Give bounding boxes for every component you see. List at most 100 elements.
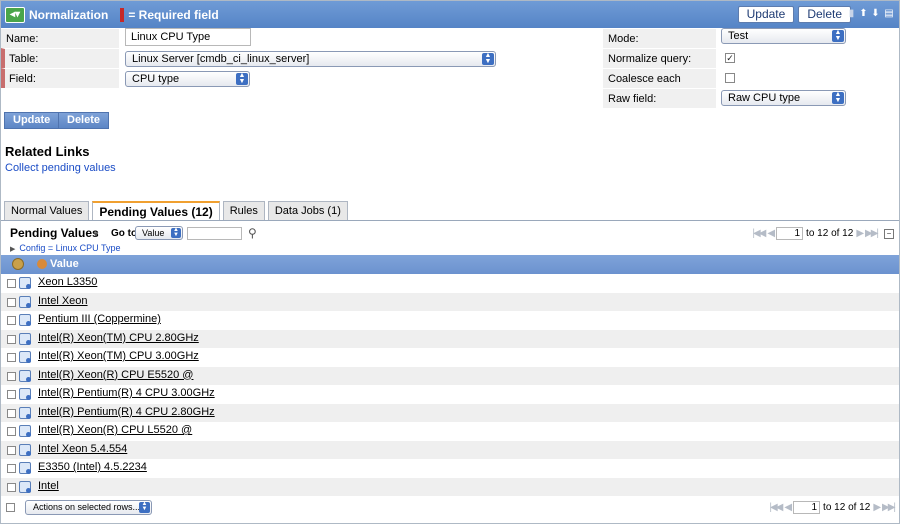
last-page-icon[interactable]: ▶▶|: [865, 228, 879, 239]
record-preview-icon[interactable]: [19, 388, 31, 400]
row-checkbox[interactable]: [7, 353, 16, 362]
prev-page-icon[interactable]: ◀: [784, 502, 792, 513]
row-checkbox[interactable]: [7, 482, 16, 492]
back-icon[interactable]: ◂▾: [5, 6, 25, 23]
row-value-link[interactable]: Pentium III (Coppermine): [38, 313, 161, 325]
last-page-icon[interactable]: ▶▶|: [882, 502, 896, 513]
goto-label: Go to: [111, 228, 138, 239]
row-checkbox[interactable]: [7, 316, 16, 325]
mode-select[interactable]: Test ▲ ▼: [721, 28, 846, 44]
tab-rules[interactable]: Rules: [222, 201, 265, 220]
record-preview-icon[interactable]: [19, 480, 31, 493]
row-value-link[interactable]: E3350 (Intel) 4.5.2234: [38, 461, 147, 473]
row-checkbox[interactable]: [7, 427, 16, 436]
pager-range: to 12 of 12: [823, 502, 871, 513]
field-select[interactable]: CPU type ▲ ▼: [125, 71, 250, 87]
pager-bottom: |◀◀ ◀ 1 to 12 of 12 ▶ ▶▶|: [769, 501, 896, 514]
arrow-down-icon[interactable]: ⬇: [871, 8, 880, 20]
row-checkbox[interactable]: [7, 464, 16, 473]
actions-select[interactable]: Actions on selected rows... ▲ ▼: [25, 500, 152, 515]
select-all-checkbox[interactable]: [6, 503, 15, 512]
row-value-link[interactable]: Intel(R) Xeon(TM) CPU 2.80GHz: [38, 332, 199, 344]
tab-normal-values[interactable]: Normal Values: [4, 201, 90, 220]
record-preview-icon[interactable]: [19, 443, 31, 456]
row-checkbox[interactable]: [7, 390, 16, 399]
select-arrows-icon: ▲ ▼: [832, 29, 844, 42]
record-preview-icon[interactable]: [19, 369, 31, 382]
record-preview-icon[interactable]: [19, 425, 31, 437]
breadcrumb[interactable]: ▶ Config = Linux CPU Type: [10, 243, 121, 253]
table-label: Table:: [1, 48, 119, 68]
row-checkbox[interactable]: [7, 408, 16, 418]
table-select-value: Linux Server [cmdb_ci_linux_server]: [132, 53, 310, 65]
record-preview-icon[interactable]: [19, 462, 31, 474]
name-field[interactable]: Linux CPU Type: [125, 28, 251, 46]
gear-icon[interactable]: [12, 258, 24, 270]
first-page-icon[interactable]: |◀◀: [752, 228, 766, 239]
row-checkbox[interactable]: [7, 445, 16, 455]
record-preview-icon[interactable]: [19, 332, 31, 345]
row-value-link[interactable]: Intel: [38, 480, 59, 492]
next-page-icon[interactable]: ▶: [873, 502, 881, 513]
search-icon[interactable]: ⚲: [248, 226, 257, 240]
row-value-link[interactable]: Intel(R) Xeon(R) CPU L5520 @: [38, 424, 192, 436]
update-button[interactable]: Update: [4, 112, 60, 129]
select-arrows-icon: ▲ ▼: [139, 501, 150, 513]
table-row: Intel Xeon 5.4.554: [1, 440, 899, 459]
record-preview-icon[interactable]: [19, 277, 31, 289]
table-row: Intel: [1, 477, 899, 496]
collect-pending-values-link[interactable]: Collect pending values: [5, 162, 116, 174]
first-page-icon[interactable]: |◀◀: [769, 502, 783, 513]
table-row: Pentium III (Coppermine): [1, 311, 899, 329]
list-title[interactable]: Pending Values: [10, 226, 99, 240]
select-arrows-icon: ▲ ▼: [832, 91, 844, 104]
prev-page-icon[interactable]: ◀: [767, 228, 775, 239]
goto-select[interactable]: Value ▲ ▼: [135, 226, 183, 240]
table-row: Intel(R) Xeon(R) CPU E5520 @: [1, 366, 899, 385]
table-row: Intel Xeon: [1, 292, 899, 311]
arrow-up-icon[interactable]: ⬆: [859, 8, 868, 20]
row-value-link[interactable]: Xeon L3350: [38, 276, 97, 288]
collapse-icon[interactable]: −: [884, 228, 894, 239]
goto-select-value: Value: [142, 228, 165, 238]
attachment-icon[interactable]: ▮: [847, 8, 856, 20]
row-value-link[interactable]: Intel(R) Pentium(R) 4 CPU 3.00GHz: [38, 387, 215, 399]
column-header-value[interactable]: Value: [37, 258, 79, 270]
header-update-button[interactable]: Update: [737, 6, 795, 23]
goto-search-input[interactable]: [187, 227, 242, 240]
tab-pending-values[interactable]: Pending Values (12): [92, 201, 220, 221]
sort-icon: [37, 259, 47, 269]
tab-data-jobs[interactable]: Data Jobs (1): [267, 201, 348, 220]
row-checkbox[interactable]: [7, 334, 16, 344]
calendar-icon[interactable]: ▤: [883, 8, 895, 20]
record-preview-icon[interactable]: [19, 295, 31, 308]
row-checkbox[interactable]: [7, 371, 16, 381]
row-checkbox[interactable]: [7, 279, 16, 288]
table-select[interactable]: Linux Server [cmdb_ci_linux_server] ▲ ▼: [125, 51, 496, 67]
row-value-link[interactable]: Intel Xeon: [38, 295, 88, 307]
normalize-query-checkbox[interactable]: ✓: [725, 53, 735, 63]
actions-select-value: Actions on selected rows...: [33, 502, 141, 512]
field-label: Field:: [1, 68, 119, 88]
row-checkbox[interactable]: [7, 297, 16, 307]
pager-top: |◀◀ ◀ 1 to 12 of 12 ▶ ▶▶| −: [752, 227, 894, 240]
list-menu-caret-icon[interactable]: ▼: [92, 230, 100, 239]
breadcrumb-filter[interactable]: Config = Linux CPU Type: [19, 243, 120, 253]
delete-button[interactable]: Delete: [58, 112, 110, 129]
row-value-link[interactable]: Intel(R) Pentium(R) 4 CPU 2.80GHz: [38, 406, 215, 418]
record-preview-icon[interactable]: [19, 314, 31, 326]
tab-divider: [1, 220, 899, 221]
row-value-link[interactable]: Intel Xeon 5.4.554: [38, 443, 127, 455]
record-preview-icon[interactable]: [19, 406, 31, 419]
header-delete-button[interactable]: Delete: [798, 6, 851, 23]
coalesce-checkbox[interactable]: [725, 73, 735, 83]
form-header: ◂▾ Normalization = Required field Update…: [1, 1, 899, 28]
row-value-link[interactable]: Intel(R) Xeon(TM) CPU 3.00GHz: [38, 350, 199, 362]
page-input[interactable]: 1: [793, 501, 821, 514]
row-value-link[interactable]: Intel(R) Xeon(R) CPU E5520 @: [38, 369, 193, 381]
table-row: Intel(R) Pentium(R) 4 CPU 3.00GHz: [1, 385, 899, 403]
next-page-icon[interactable]: ▶: [856, 228, 864, 239]
record-preview-icon[interactable]: [19, 351, 31, 363]
raw-field-select[interactable]: Raw CPU type ▲ ▼: [721, 90, 846, 106]
page-input[interactable]: 1: [776, 227, 804, 240]
